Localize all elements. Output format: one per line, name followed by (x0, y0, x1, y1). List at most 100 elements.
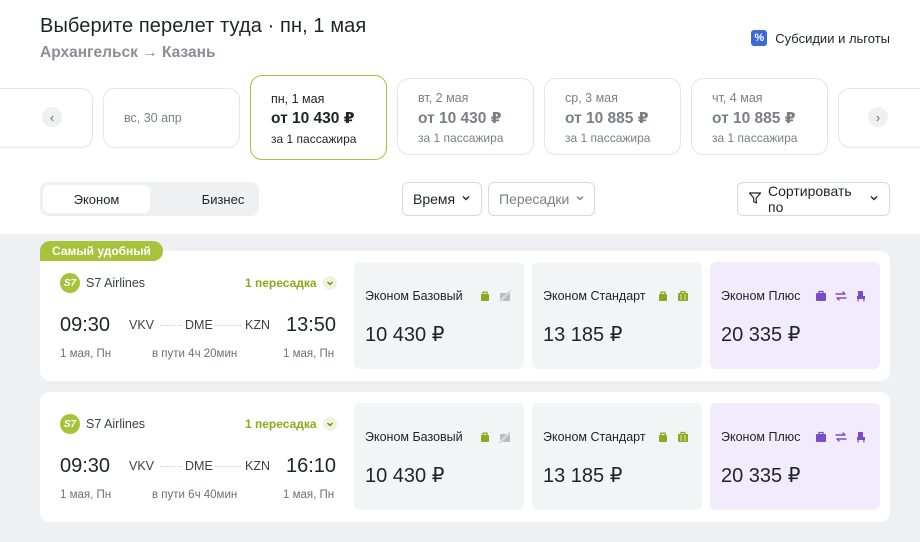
date-price: от 10 885 ₽ (712, 110, 796, 127)
date-price: от 10 430 ₽ (271, 110, 355, 127)
baggage-icon (816, 290, 826, 301)
departure-date: 1 мая, Пн (60, 348, 112, 360)
fare-icons (478, 289, 512, 303)
date-card-may-2[interactable]: вт, 2 мая от 10 430 ₽ за 1 пассажира (397, 78, 534, 155)
flight-card[interactable]: S7 S7 Airlines 1 пересадка 09:30 VKV DME… (40, 251, 890, 381)
fare-price: 10 430 ₽ (365, 465, 445, 487)
chevron-down-icon (575, 193, 585, 206)
baggage-icon (678, 431, 688, 442)
hand-luggage-icon (659, 432, 667, 442)
fare-name: Эконом Стандарт (543, 289, 646, 303)
date-price: от 10 430 ₽ (418, 110, 502, 127)
fare-icons (656, 289, 690, 303)
date-card-apr-30[interactable]: вс, 30 апр (103, 88, 240, 148)
airline-logo-icon: S7 (60, 414, 80, 434)
transfers-dropdown-label: Пересадки (499, 191, 570, 207)
fare-economy-basic[interactable]: Эконом Базовый 10 430 ₽ (354, 262, 524, 369)
date-pax: за 1 пассажира (565, 131, 651, 145)
fare-price: 20 335 ₽ (721, 324, 801, 346)
arrival-time: 16:10 (286, 455, 337, 477)
route-line (160, 466, 182, 467)
filter-bar: Эконом Бизнес Время Пересадки Сортироват… (0, 182, 920, 218)
date-pax: за 1 пассажира (418, 131, 504, 145)
stops-toggle[interactable]: 1 пересадка (245, 276, 337, 290)
fare-price: 10 430 ₽ (365, 324, 445, 346)
date-pax: за 1 пассажира (712, 131, 798, 145)
sort-dropdown[interactable]: Сортировать по (737, 182, 890, 216)
airline-name: S7 Airlines (86, 276, 146, 290)
cabin-class-tabs: Эконом Бизнес (40, 182, 259, 216)
chevron-right-icon[interactable]: › (868, 107, 888, 127)
baggage-icon (816, 431, 826, 442)
origin-airport: VKV (129, 318, 155, 332)
subsidy-link[interactable]: % Субсидии и льготы (751, 30, 890, 46)
date-price: от 10 885 ₽ (565, 110, 649, 127)
fare-price: 13 185 ₽ (543, 324, 623, 346)
fare-icons (656, 430, 690, 444)
results-list: Самый удобный S7 S7 Airlines 1 пересадка… (0, 234, 920, 542)
fare-economy-standard[interactable]: Эконом Стандарт 13 185 ₽ (532, 403, 702, 510)
route-line (215, 325, 241, 326)
transfer-airport: DME (185, 318, 213, 332)
fare-economy-standard[interactable]: Эконом Стандарт 13 185 ₽ (532, 262, 702, 369)
top-section: Выберите перелет туда · пн, 1 мая Арханг… (0, 0, 920, 232)
airline-logo-icon: S7 (60, 273, 80, 293)
no-baggage-icon (498, 430, 512, 444)
origin-airport: VKV (129, 459, 155, 473)
flight-card[interactable]: S7 S7 Airlines 1 пересадка 09:30 VKV DME… (40, 392, 890, 522)
chevron-down-icon (322, 417, 337, 431)
date-card-may-3[interactable]: ср, 3 мая от 10 885 ₽ за 1 пассажира (544, 78, 681, 155)
baggage-icon (678, 290, 688, 301)
fare-price: 13 185 ₽ (543, 465, 623, 487)
date-label: ср, 3 мая (565, 91, 618, 105)
arrival-date: 1 мая, Пн (283, 348, 335, 360)
fare-icons (814, 289, 868, 303)
chevron-down-icon (322, 276, 337, 290)
hand-luggage-icon (481, 432, 489, 442)
chevron-down-icon (869, 193, 879, 206)
date-label: вс, 30 апр (124, 111, 182, 125)
departure-time: 09:30 (60, 314, 111, 336)
departure-date: 1 мая, Пн (60, 489, 112, 501)
fare-name: Эконом Плюс (721, 430, 801, 444)
airline: S7 S7 Airlines (60, 414, 145, 434)
stops-label: 1 пересадка (245, 276, 317, 290)
date-card-may-4[interactable]: чт, 4 мая от 10 885 ₽ за 1 пассажира (691, 78, 828, 155)
departure-time: 09:30 (60, 455, 111, 477)
fare-icons (814, 430, 868, 444)
exchange-icon (835, 291, 847, 301)
time-dropdown[interactable]: Время (402, 182, 482, 216)
subsidy-label: Субсидии и льготы (775, 30, 890, 46)
airline-name: S7 Airlines (86, 417, 146, 431)
arrival-time: 13:50 (286, 314, 337, 336)
time-dropdown-label: Время (413, 191, 456, 207)
transfer-airport: DME (185, 459, 213, 473)
fare-economy-plus[interactable]: Эконом Плюс 20 335 ₽ (710, 262, 880, 369)
page-title: Выберите перелет туда · пн, 1 мая (40, 15, 367, 37)
fare-name: Эконом Плюс (721, 289, 801, 303)
sort-dropdown-label: Сортировать по (768, 183, 852, 215)
date-label: чт, 4 мая (712, 91, 763, 105)
chevron-left-icon[interactable]: ‹ (42, 107, 62, 127)
date-card-may-1[interactable]: пн, 1 мая от 10 430 ₽ за 1 пассажира (250, 75, 387, 160)
flight-duration: в пути 6ч 40мин (152, 489, 238, 501)
fare-name: Эконом Базовый (365, 289, 463, 303)
airline: S7 S7 Airlines (60, 273, 145, 293)
date-label: пн, 1 мая (271, 92, 325, 106)
transfers-dropdown[interactable]: Пересадки (488, 182, 595, 216)
hand-luggage-icon (481, 291, 489, 301)
fare-price: 20 335 ₽ (721, 465, 801, 487)
tab-business[interactable]: Бизнес (190, 185, 256, 213)
stops-toggle[interactable]: 1 пересадка (245, 417, 337, 431)
percent-icon: % (751, 30, 768, 46)
seat-icon (857, 432, 865, 443)
destination-airport: KZN (245, 459, 270, 473)
date-label: вт, 2 мая (418, 91, 469, 105)
route-subtitle: Архангельск → Казань (40, 44, 216, 61)
seat-icon (857, 291, 865, 302)
tab-economy[interactable]: Эконом (43, 185, 150, 213)
fare-economy-basic[interactable]: Эконом Базовый 10 430 ₽ (354, 403, 524, 510)
date-strip: ‹ вс, 30 апр пн, 1 мая от 10 430 ₽ за 1 … (0, 74, 920, 160)
filter-funnel-icon (748, 191, 762, 208)
fare-economy-plus[interactable]: Эконом Плюс 20 335 ₽ (710, 403, 880, 510)
